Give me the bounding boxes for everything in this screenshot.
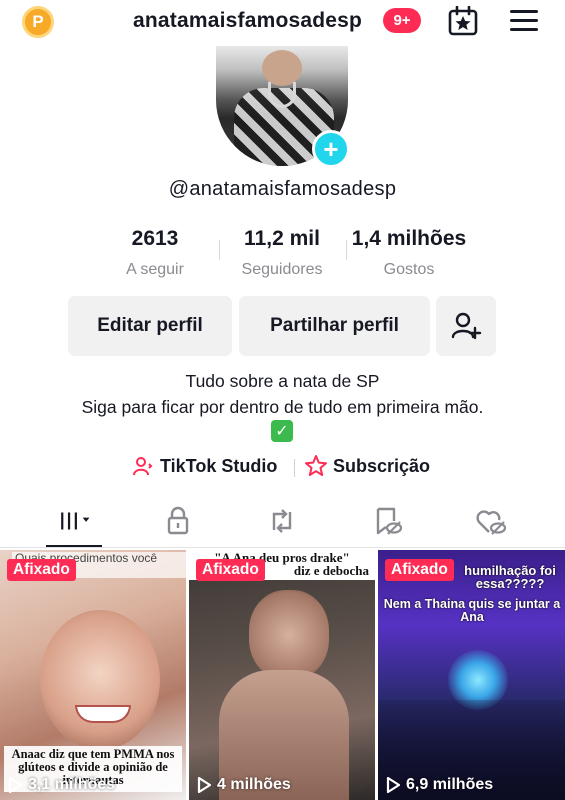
video-top-caption-2: Nem a Thaina quis se juntar a Ana [383, 597, 561, 624]
video-thumbnail[interactable]: "A Ana deu pros drake" diz e debocha Afi… [189, 550, 375, 800]
videos-grid-icon[interactable] [58, 506, 92, 536]
username-title[interactable]: anatamaisfamosadesp [133, 9, 362, 33]
video-thumbnail[interactable]: Quais procedimentos você tem? Afixado An… [0, 550, 186, 800]
lock-icon[interactable] [161, 506, 195, 536]
check-mark-emoji-icon: ✓ [271, 420, 293, 442]
top-bar: P anatamaisfamosadesp 9+ [0, 0, 565, 44]
view-count-text: 4 milhões [217, 776, 291, 793]
play-icon [197, 777, 211, 793]
stat-likes-label: Gostos [383, 261, 435, 278]
tiktok-studio-link[interactable]: TikTok Studio [132, 455, 277, 477]
view-count: 3,1 milhões [8, 776, 115, 794]
stat-followers-value: 11,2 mil [244, 227, 320, 250]
liked-heart-eye-icon[interactable] [474, 506, 508, 536]
subscription-label: Subscrição [333, 455, 431, 476]
bio-line-1: Tudo sobre a nata de SP [185, 371, 380, 391]
video-thumbnail[interactable]: Afixado humilhação foi essa????? Nem a T… [378, 550, 565, 800]
view-count: 6,9 milhões [386, 776, 493, 794]
repost-icon[interactable] [265, 506, 299, 536]
view-count-text: 3,1 milhões [28, 776, 116, 793]
notification-badge[interactable]: 9+ [383, 8, 421, 33]
bio-line-2: Siga para ficar por dentro de tudo em pr… [81, 397, 484, 417]
subscription-star-icon [305, 455, 327, 476]
stat-likes-value: 1,4 milhões [351, 227, 467, 250]
view-count-text: 6,9 milhões [406, 776, 494, 793]
studio-person-icon [133, 457, 153, 476]
pinned-badge: Afixado [7, 559, 76, 581]
saved-bookmark-eye-icon[interactable] [370, 506, 404, 536]
stat-followers-label: Seguidores [241, 261, 323, 278]
add-story-plus-icon[interactable]: + [312, 130, 350, 168]
profile-handle: @anatamaisfamosadesp [168, 178, 397, 200]
play-icon [386, 777, 400, 793]
pinned-badge: Afixado [196, 559, 265, 581]
stat-following[interactable]: 2613 A seguir [90, 227, 220, 279]
tiktok-studio-label: TikTok Studio [160, 455, 278, 476]
add-friend-button[interactable] [436, 296, 496, 356]
link-divider [294, 459, 295, 477]
stat-followers[interactable]: 11,2 mil Seguidores [217, 227, 347, 279]
video-frame-face [40, 610, 160, 750]
stat-likes[interactable]: 1,4 milhões Gostos [344, 227, 474, 279]
profile-tabs [0, 498, 565, 548]
share-profile-button[interactable]: Partilhar perfil [239, 296, 430, 356]
stat-following-label: A seguir [126, 261, 184, 278]
subscription-link[interactable]: Subscrição [304, 455, 430, 477]
add-user-icon [451, 312, 482, 340]
video-top-caption: humilhação foi essa????? [464, 563, 556, 591]
points-badge[interactable]: P [22, 6, 54, 38]
calendar-star-icon[interactable] [447, 6, 479, 36]
menu-icon[interactable] [510, 10, 538, 32]
view-count: 4 milhões [197, 776, 291, 794]
pinned-badge: Afixado [385, 559, 454, 581]
stat-following-value: 2613 [131, 227, 179, 250]
active-tab-indicator [46, 545, 102, 547]
video-frame-face [249, 590, 329, 680]
edit-profile-button[interactable]: Editar perfil [68, 296, 232, 356]
play-icon [8, 777, 22, 793]
profile-links: TikTok Studio Subscrição [0, 455, 565, 481]
